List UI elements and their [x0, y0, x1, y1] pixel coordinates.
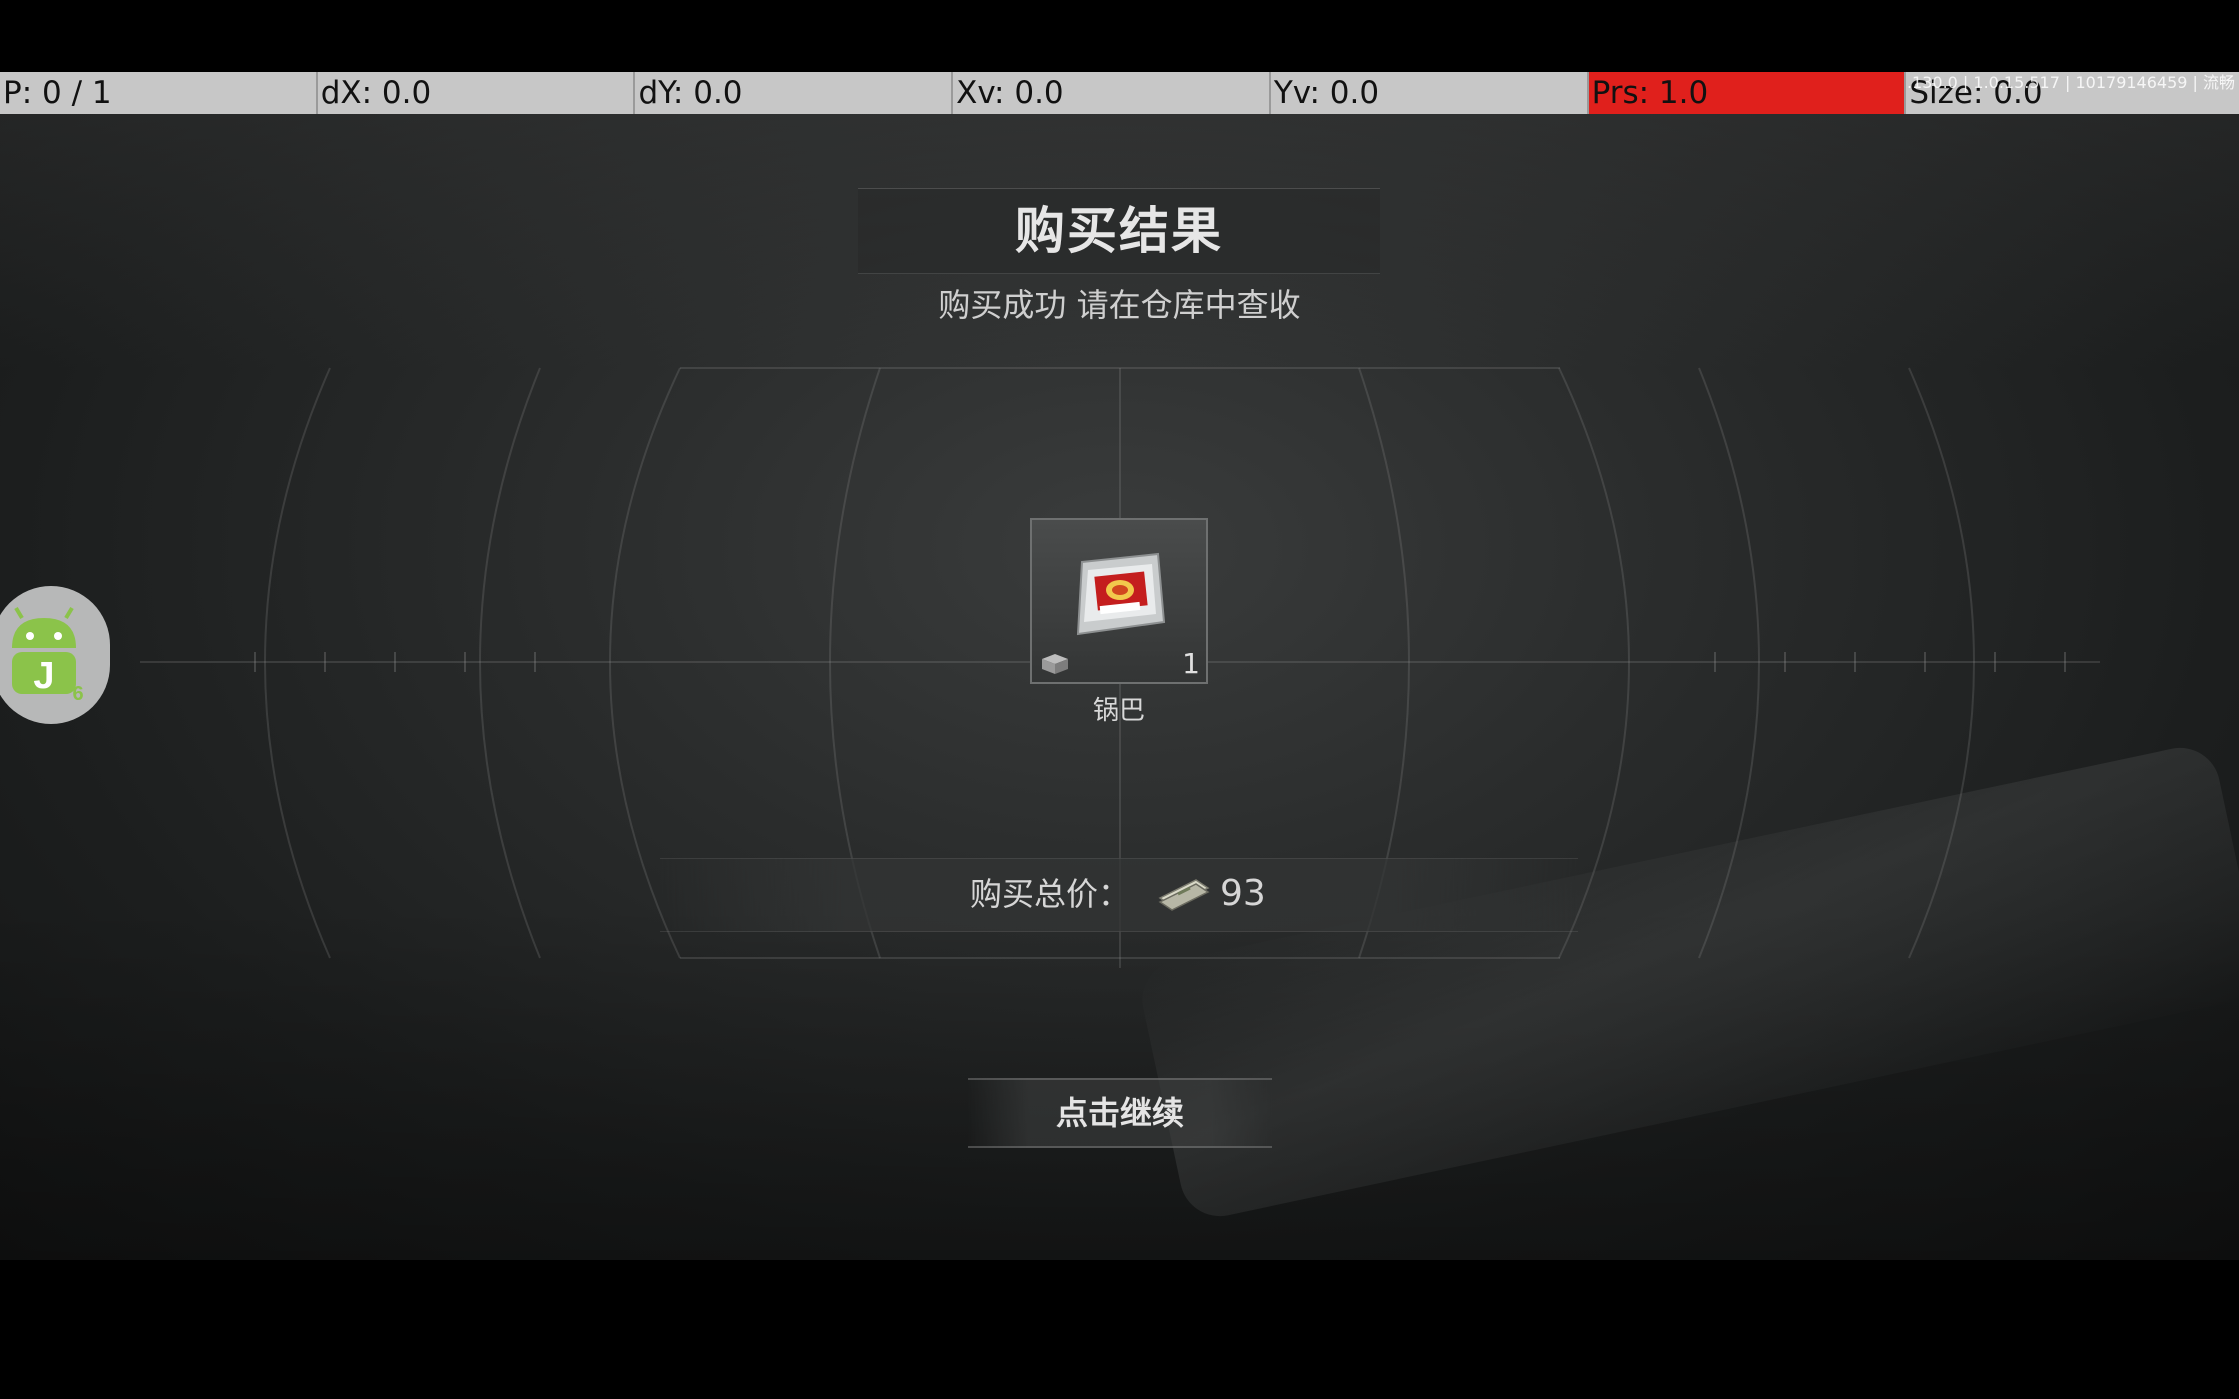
box-icon — [1042, 654, 1068, 674]
cash-icon — [1158, 879, 1210, 911]
dialog-subtitle: 购买成功 请在仓库中查收 — [938, 286, 1301, 324]
dialog-title: 购买结果 — [1015, 202, 1223, 260]
pointer-count: P: 0 / 1 — [0, 72, 318, 114]
touch-size: Size: 0.0 1.0.15.130.0 | 1.0.15.517 | 10… — [1906, 72, 2239, 114]
total-price-label: 购买总价： — [970, 875, 1131, 913]
item-quantity: 1 — [1182, 647, 1200, 680]
floating-assistant-widget[interactable]: J 6 — [0, 586, 110, 724]
velocity-x: Xv: 0.0 — [953, 72, 1271, 114]
delta-y: dY: 0.0 — [635, 72, 954, 114]
velocity-y: Yv: 0.0 — [1271, 72, 1589, 114]
continue-button[interactable]: 点击继续 — [968, 1078, 1272, 1148]
purchased-item-card[interactable]: 1 — [1030, 518, 1208, 684]
pointer-debug-bar: P: 0 / 1 dX: 0.0 dY: 0.0 Xv: 0.0 Yv: 0.0… — [0, 72, 2239, 114]
svg-text:J: J — [33, 655, 54, 697]
delta-x: dX: 0.0 — [318, 72, 636, 114]
android-j-icon: J 6 — [12, 606, 84, 704]
item-name: 锅巴 — [1092, 696, 1145, 726]
screen: P: 0 / 1 dX: 0.0 dY: 0.0 Xv: 0.0 Yv: 0.0… — [0, 0, 2239, 1399]
pressure: Prs: 1.0 — [1588, 72, 1907, 114]
widget-badge: 6 — [72, 683, 83, 704]
dialog-title-box: 购买结果 — [858, 188, 1380, 274]
total-price-value: 93 — [1220, 873, 1266, 914]
snack-bag-icon — [1076, 552, 1166, 636]
build-info: 1.0.15.130.0 | 1.0.15.517 | 10179146459 … — [1906, 73, 2236, 92]
